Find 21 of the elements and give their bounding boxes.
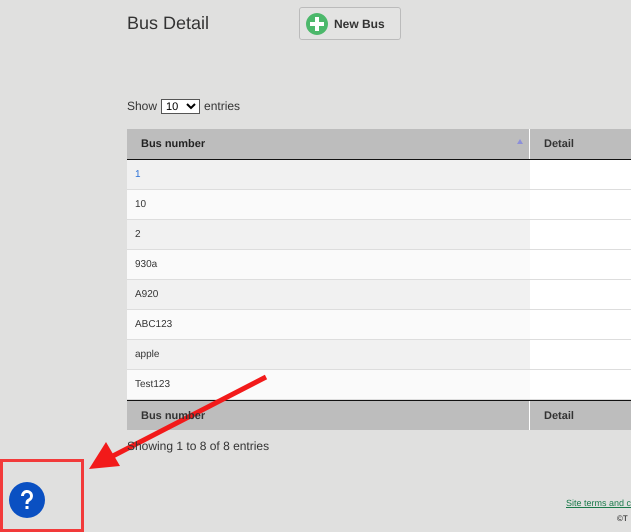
column-footer: Detail (544, 410, 574, 422)
add-icon (306, 12, 328, 34)
page-title: Bus Detail (127, 13, 210, 34)
bus-number-link[interactable]: Test123 (127, 370, 530, 399)
bus-number-link[interactable]: 1 (127, 160, 530, 189)
bus-number-link[interactable]: 930a (127, 250, 530, 279)
column-header[interactable]: Detail (530, 129, 631, 159)
bus-number-link[interactable]: A920 (127, 280, 530, 309)
entries-label: entries (204, 99, 240, 113)
copyright-text: ©T (617, 514, 629, 523)
bus-number-link[interactable]: 2 (127, 220, 530, 249)
bus-number-link[interactable]: 10 (127, 190, 530, 219)
help-button[interactable] (9, 482, 45, 518)
column-header[interactable]: Bus number (127, 129, 530, 159)
entries-select[interactable]: 10 (161, 98, 200, 114)
show-label: Show (127, 99, 158, 113)
bus-number-link[interactable]: apple (127, 340, 530, 369)
bus-number-link[interactable]: ABC123 (127, 310, 530, 339)
sort-ascending-icon (517, 139, 523, 144)
new-bus-button[interactable]: New Bus (299, 7, 401, 40)
site-terms-link[interactable]: Site terms and c (566, 498, 631, 508)
